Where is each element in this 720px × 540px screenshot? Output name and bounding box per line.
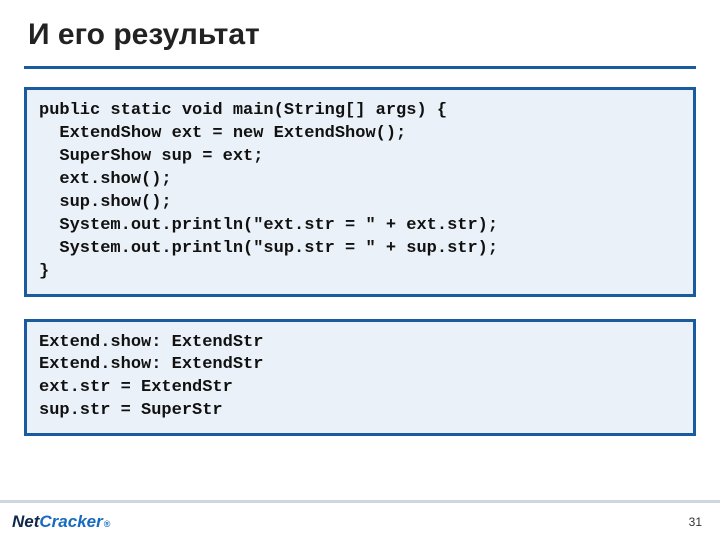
logo-text-net: Net [12, 512, 39, 532]
slide-container: И его результат public static void main(… [0, 0, 720, 540]
code-content-1: public static void main(String[] args) {… [39, 100, 681, 284]
slide-footer: NetCracker® 31 [0, 500, 720, 540]
code-block-main: public static void main(String[] args) {… [24, 87, 696, 297]
logo-text-cracker: Cracker [39, 512, 102, 532]
logo-mark: ® [104, 519, 111, 529]
title-divider [24, 66, 696, 69]
slide-title: И его результат [24, 18, 696, 52]
page-number: 31 [689, 515, 702, 529]
logo: NetCracker® [12, 512, 110, 532]
code-content-2: Extend.show: ExtendStr Extend.show: Exte… [39, 332, 681, 424]
code-block-output: Extend.show: ExtendStr Extend.show: Exte… [24, 319, 696, 437]
